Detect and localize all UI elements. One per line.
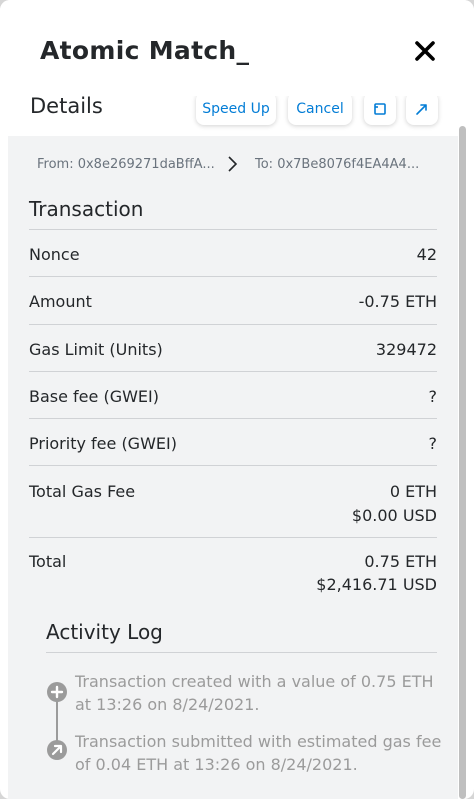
transaction-details-card: From: 0x8e269271daBffA... To: 0x7Be8076f…: [8, 136, 458, 799]
gas-limit-value: 329472: [375, 340, 437, 359]
modal-title: Atomic Match_: [40, 36, 250, 65]
activity-entry-text: Transaction submitted with estimated gas…: [75, 732, 442, 774]
activity-entry-text: Transaction created with a value of 0.75…: [75, 672, 434, 714]
transaction-section-title: Transaction: [29, 197, 144, 221]
row-divider: [29, 418, 437, 419]
external-link-icon: [416, 103, 427, 115]
nonce-label: Nonce: [29, 245, 80, 264]
priority-fee-label: Priority fee (GWEI): [29, 434, 177, 453]
priority-fee-value: ?: [428, 434, 438, 453]
from-address[interactable]: From: 0x8e269271daBffA...: [37, 157, 215, 172]
amount-value: -0.75 ETH: [358, 292, 437, 311]
modal-body[interactable]: Details Speed Up Cancel From: 0x8e269271…: [0, 88, 474, 799]
total-gas-fee-eth: 0 ETH: [389, 482, 437, 501]
arrow-up-right-icon: [47, 740, 67, 760]
details-title: Details: [30, 94, 103, 118]
gas-limit-label: Gas Limit (Units): [29, 340, 163, 359]
open-in-explorer-button[interactable]: [406, 92, 438, 125]
row-divider: [29, 465, 437, 466]
total-usd: $2,416.71 USD: [316, 575, 437, 594]
base-fee-label: Base fee (GWEI): [29, 387, 159, 406]
row-divider: [29, 371, 437, 372]
total-gas-fee-usd: $0.00 USD: [351, 506, 437, 525]
cancel-button[interactable]: Cancel: [288, 92, 352, 125]
activity-log-title: Activity Log: [46, 620, 163, 644]
to-address[interactable]: To: 0x7Be8076f4EA4A4...: [255, 157, 419, 172]
amount-label: Amount: [29, 292, 92, 311]
base-fee-value: ?: [428, 387, 438, 406]
activity-divider: [46, 652, 437, 653]
scrollbar[interactable]: [459, 126, 466, 799]
speed-up-button[interactable]: Speed Up: [196, 92, 276, 125]
nonce-value: 42: [416, 245, 437, 264]
total-gas-fee-label: Total Gas Fee: [29, 482, 136, 501]
copy-icon: [374, 102, 386, 115]
close-icon[interactable]: [410, 36, 440, 66]
cancel-label: Cancel: [296, 100, 344, 117]
transaction-modal: Atomic Match_ Details Speed Up Cancel Fr…: [0, 0, 474, 799]
total-eth: 0.75 ETH: [364, 552, 437, 571]
row-divider: [29, 276, 437, 277]
copy-button[interactable]: [364, 92, 396, 125]
row-divider: [29, 229, 437, 230]
speed-up-label: Speed Up: [202, 100, 270, 117]
total-label: Total: [29, 552, 67, 571]
modal-header: Atomic Match_: [0, 0, 474, 96]
row-divider: [29, 324, 437, 325]
plus-icon: [47, 682, 67, 702]
row-divider: [29, 537, 437, 538]
chevron-right-icon: [228, 156, 238, 172]
